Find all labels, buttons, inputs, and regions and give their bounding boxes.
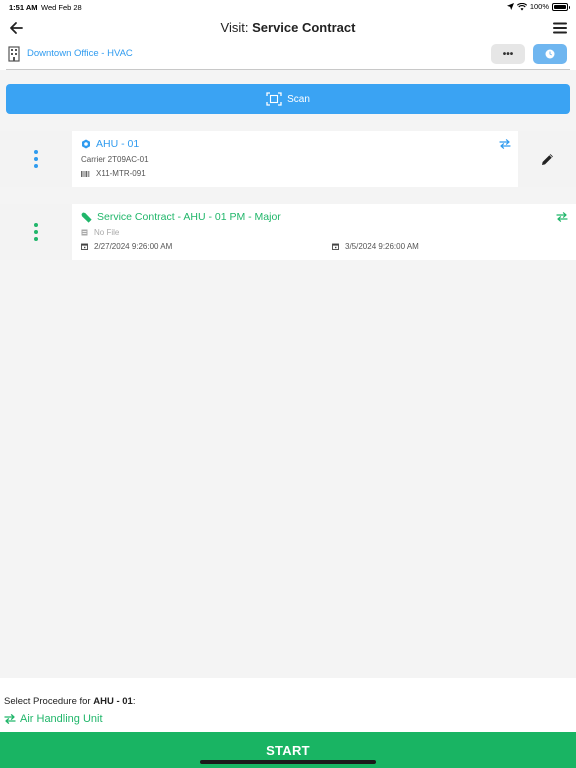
location-arrow-icon (506, 3, 514, 10)
procedure-options-button[interactable] (0, 204, 72, 260)
clock-button[interactable] (533, 44, 567, 64)
status-bar: 1:51 AM Wed Feb 28 100% (0, 0, 576, 14)
equipment-card: AHU - 01 Carrier 2T09AC-01 X11-MTR-091 (0, 131, 576, 187)
battery-icon (552, 2, 570, 11)
procedure-name: Service Contract - AHU - 01 PM - Major (97, 211, 281, 223)
pencil-icon (541, 153, 553, 165)
equipment-model-text: Carrier 2T09AC-01 (81, 155, 149, 164)
procedure-selector[interactable]: Air Handling Unit (4, 713, 103, 725)
clock-icon (545, 49, 555, 59)
page-title-prefix: Visit: (220, 20, 253, 35)
status-indicators: 100% (506, 2, 570, 11)
edit-equipment-button[interactable] (518, 131, 576, 187)
wrench-icon (81, 211, 92, 223)
page-title-bold: Service Contract (252, 20, 356, 35)
procedure-file: No File (81, 228, 119, 237)
procedure-start-date-text: 2/27/2024 9:26:00 AM (94, 242, 173, 251)
procedure-file-text: No File (94, 228, 120, 237)
status-date: Wed Feb 28 (41, 3, 82, 12)
prompt-prefix: Select Procedure for (4, 696, 94, 707)
scan-button-label: Scan (287, 93, 310, 105)
vertical-dots-icon (34, 223, 38, 241)
prompt-equipment: AHU - 01 (93, 696, 133, 707)
calendar-icon (81, 243, 88, 250)
location-bar: Downtown Office - HVAC ••• (0, 42, 576, 70)
selected-procedure: Air Handling Unit (20, 713, 103, 725)
scan-frame-icon (266, 92, 282, 106)
procedure-card-body[interactable]: Service Contract - AHU - 01 PM - Major N… (72, 204, 576, 260)
select-procedure-prompt: Select Procedure for AHU - 01: (4, 696, 135, 707)
calendar-icon (332, 243, 339, 250)
hamburger-menu-icon[interactable] (552, 20, 568, 36)
building-icon (8, 46, 20, 62)
top-navigation-bar: Visit: Service Contract (0, 14, 576, 42)
procedure-end-date-text: 3/5/2024 9:26:00 AM (345, 242, 419, 251)
swap-arrows-icon[interactable] (556, 212, 568, 222)
equipment-name: AHU - 01 (96, 138, 140, 150)
scan-button[interactable]: Scan (6, 84, 570, 114)
more-options-button[interactable]: ••• (491, 44, 525, 64)
divider (6, 69, 570, 70)
battery-percent: 100% (529, 2, 549, 11)
prompt-suffix: : (132, 696, 136, 707)
equipment-serial: X11-MTR-091 (81, 169, 146, 178)
equipment-heading: AHU - 01 (81, 138, 139, 150)
equipment-model: Carrier 2T09AC-01 (81, 155, 149, 164)
procedure-heading: Service Contract - AHU - 01 PM - Major (81, 211, 281, 223)
swap-arrows-icon[interactable] (499, 139, 511, 149)
location-link[interactable]: Downtown Office - HVAC (27, 48, 133, 59)
equipment-options-button[interactable] (0, 131, 72, 187)
procedure-selection-panel: Select Procedure for AHU - 01: Air Handl… (0, 678, 576, 732)
equipment-serial-text: X11-MTR-091 (96, 169, 146, 178)
page-title: Visit: Service Contract (0, 20, 576, 35)
procedure-start-date: 2/27/2024 9:26:00 AM (81, 242, 172, 251)
procedure-card: Service Contract - AHU - 01 PM - Major N… (0, 204, 576, 260)
home-indicator[interactable] (200, 760, 376, 764)
hexagon-icon (82, 139, 90, 149)
status-time: 1:51 AM (9, 3, 38, 12)
procedure-end-date: 3/5/2024 9:26:00 AM (332, 242, 419, 251)
file-icon (81, 229, 88, 236)
vertical-dots-icon (34, 150, 38, 168)
wifi-icon (516, 2, 527, 10)
swap-arrows-icon (4, 714, 16, 724)
barcode-icon (81, 170, 90, 177)
equipment-card-body[interactable]: AHU - 01 Carrier 2T09AC-01 X11-MTR-091 (72, 131, 518, 187)
